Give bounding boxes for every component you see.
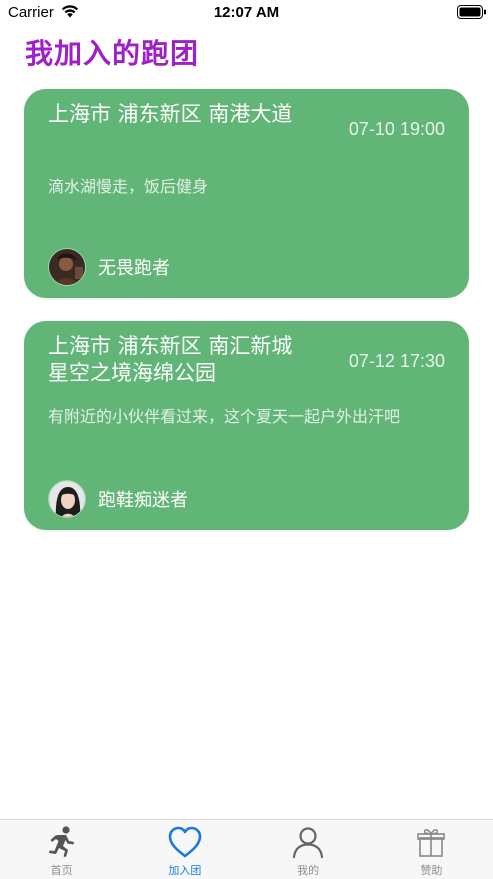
person-icon	[293, 827, 324, 859]
tab-mine[interactable]: 我的	[247, 820, 370, 879]
status-time: 12:07 AM	[213, 4, 280, 21]
avatar-image-icon	[49, 481, 85, 517]
avatar-image-icon	[49, 249, 85, 285]
tab-join-label: 加入团	[168, 864, 202, 877]
screen: Carrier 12:07 AM 我加入的跑团 上海市 浦东新区 南港大道 07…	[0, 0, 493, 879]
run-datetime: 07-12 17:30	[348, 351, 445, 371]
run-card[interactable]: 上海市 浦东新区 南汇新城星空之境海绵公园 07-12 17:30 有附近的小伙…	[24, 321, 469, 530]
tab-sponsor[interactable]: 赞助	[370, 820, 493, 879]
avatar[interactable]	[48, 248, 86, 286]
gift-icon	[417, 829, 446, 857]
run-location: 上海市 浦东新区 南港大道	[48, 102, 293, 126]
battery-icon	[457, 5, 486, 19]
run-description: 滴水湖慢走，饭后健身	[48, 177, 209, 196]
tab-home[interactable]: 首页	[0, 820, 123, 879]
run-card[interactable]: 上海市 浦东新区 南港大道 07-10 19:00 滴水湖慢走，饭后健身 无畏跑…	[24, 89, 469, 298]
avatar[interactable]	[48, 480, 86, 518]
status-bar: Carrier 12:07 AM	[0, 0, 493, 26]
organizer-name: 无畏跑者	[98, 258, 170, 279]
runner-icon	[48, 826, 74, 857]
run-datetime: 07-10 19:00	[348, 119, 445, 139]
run-organizer: 跑鞋痴迷者	[48, 480, 188, 518]
page-title: 我加入的跑团	[25, 37, 200, 70]
tab-home-label: 首页	[50, 864, 73, 877]
run-description: 有附近的小伙伴看过来，这个夏天一起户外出汗吧	[48, 407, 401, 426]
run-organizer: 无畏跑者	[48, 248, 170, 286]
tab-bar: 首页 加入团 我的 赞助	[0, 819, 493, 879]
tab-join[interactable]: 加入团	[123, 820, 246, 879]
organizer-name: 跑鞋痴迷者	[98, 490, 188, 511]
tab-sponsor-label: 赞助	[420, 864, 443, 877]
heart-icon	[168, 826, 202, 858]
run-location: 上海市 浦东新区 南汇新城星空之境海绵公园	[48, 334, 293, 385]
tab-mine-label: 我的	[297, 864, 320, 877]
